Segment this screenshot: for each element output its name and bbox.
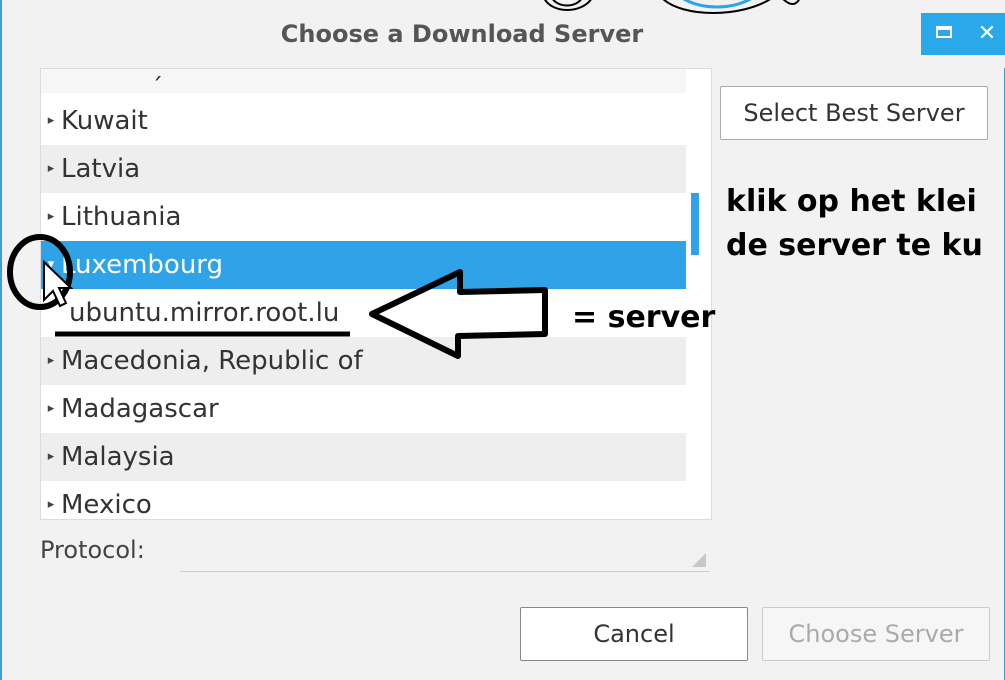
annotation-instruction-line2: de server te ku bbox=[726, 228, 983, 263]
protocol-label: Protocol: bbox=[40, 536, 145, 564]
expander-triangle-icon[interactable]: ▾ bbox=[41, 241, 61, 289]
select-best-server-button[interactable]: Select Best Server bbox=[720, 86, 988, 140]
list-item-malaysia[interactable]: ▸ Malaysia bbox=[41, 433, 686, 481]
protocol-select[interactable] bbox=[180, 528, 710, 572]
expander-triangle-icon[interactable]: ▸ bbox=[41, 337, 61, 385]
list-item-label: Mexico bbox=[61, 490, 152, 520]
list-scrollbar-track[interactable] bbox=[690, 69, 711, 519]
list-item-label: Lithuania bbox=[61, 202, 182, 232]
list-item-macedonia[interactable]: ▸ Macedonia, Republic of bbox=[41, 337, 686, 385]
expander-triangle-icon[interactable]: ▸ bbox=[41, 193, 61, 241]
annotation-instruction-line1: klik op het klei bbox=[726, 184, 977, 219]
maximize-icon bbox=[936, 26, 952, 38]
expander-triangle-icon[interactable]: ▸ bbox=[41, 481, 61, 519]
dialog-title: Choose a Download Server bbox=[280, 20, 644, 48]
list-scrollbar-thumb[interactable] bbox=[691, 193, 699, 255]
expander-triangle-icon[interactable]: ▸ bbox=[41, 97, 61, 145]
choose-server-button[interactable]: Choose Server bbox=[762, 607, 990, 661]
maximize-button[interactable] bbox=[921, 13, 967, 55]
title-bar[interactable]: Choose a Download Server ✕ bbox=[2, 0, 1005, 68]
download-server-dialog: Choose a Download Server ✕ ˏ ▸ Kuwait ▸ … bbox=[0, 0, 1005, 680]
list-item-label: Latvia bbox=[61, 154, 141, 184]
cancel-button[interactable]: Cancel bbox=[520, 607, 748, 661]
list-item-label: Luxembourg bbox=[61, 250, 224, 280]
list-item-label: Macedonia, Republic of bbox=[61, 346, 363, 376]
close-icon: ✕ bbox=[977, 21, 997, 46]
annotation-server-label: = server bbox=[572, 300, 716, 335]
list-item-latvia[interactable]: ▸ Latvia bbox=[41, 145, 686, 193]
list-item-madagascar[interactable]: ▸ Madagascar bbox=[41, 385, 686, 433]
list-item-luxembourg[interactable]: ▾ Luxembourg bbox=[41, 241, 686, 289]
server-tree-list[interactable]: ˏ ▸ Kuwait ▸ Latvia ▸ Lithuania ▾ Luxemb… bbox=[40, 68, 712, 520]
list-item-label: Madagascar bbox=[61, 394, 219, 424]
list-item-label: ubuntu.mirror.root.lu bbox=[69, 298, 340, 328]
resize-grip-icon bbox=[692, 553, 706, 567]
list-item-kuwait[interactable]: ▸ Kuwait bbox=[41, 97, 686, 145]
decorative-swirl bbox=[544, 0, 800, 14]
expander-triangle-icon[interactable]: ▸ bbox=[41, 433, 61, 481]
list-item-lithuania[interactable]: ▸ Lithuania bbox=[41, 193, 686, 241]
list-item-mexico[interactable]: ▸ Mexico bbox=[41, 481, 686, 520]
list-item-partial[interactable]: ˏ bbox=[41, 69, 686, 93]
expander-triangle-icon[interactable]: ▸ bbox=[41, 385, 61, 433]
expander-triangle-icon[interactable]: ▸ bbox=[41, 145, 61, 193]
list-item-label: Malaysia bbox=[61, 442, 175, 472]
close-button[interactable]: ✕ bbox=[967, 13, 1005, 55]
list-item-label: Kuwait bbox=[61, 106, 148, 136]
